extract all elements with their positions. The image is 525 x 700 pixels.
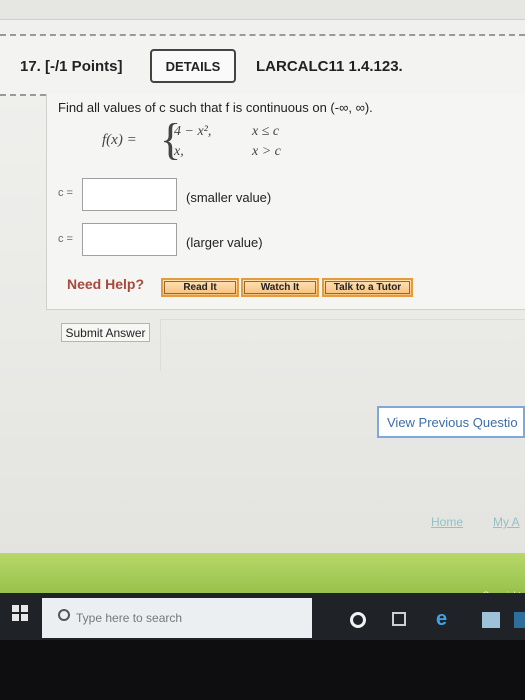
question-header: 17. [-/1 Points] DETAILS LARCALC11 1.4.1…	[0, 34, 525, 96]
taskbar-app-icon[interactable]	[514, 612, 525, 628]
c-input-smaller[interactable]	[82, 178, 177, 211]
monitor-bezel	[0, 640, 525, 700]
case1-expression: 4 − x²,	[174, 124, 212, 139]
task-view-icon[interactable]	[392, 612, 406, 626]
home-link[interactable]: Home	[431, 515, 463, 529]
larger-value-hint: (larger value)	[186, 235, 263, 250]
details-button[interactable]: DETAILS	[150, 49, 236, 83]
edge-browser-icon[interactable]: e	[436, 608, 447, 631]
submit-answer-button[interactable]: Submit Answer	[61, 323, 150, 342]
smaller-value-hint: (smaller value)	[186, 190, 272, 205]
my-assignments-link[interactable]: My A	[493, 515, 520, 529]
talk-to-tutor-button[interactable]: Talk to a Tutor	[322, 278, 413, 297]
store-icon[interactable]	[482, 612, 500, 628]
webassign-page: 17. [-/1 Points] DETAILS LARCALC11 1.4.1…	[0, 0, 525, 593]
top-strip	[0, 0, 525, 20]
question-prompt: Find all values of c such that f is cont…	[58, 100, 373, 115]
need-help-label: Need Help?	[67, 276, 145, 292]
watch-it-button[interactable]: Watch It	[241, 278, 319, 297]
c-label-smaller: c =	[58, 187, 73, 199]
footer-bar	[0, 553, 525, 593]
c-input-larger[interactable]	[82, 223, 177, 256]
question-number-points: 17. [-/1 Points]	[20, 58, 123, 75]
taskbar-search-placeholder: Type here to search	[76, 611, 183, 625]
function-lhs: f(x) =	[102, 132, 137, 148]
cortana-icon[interactable]	[350, 612, 366, 628]
c-label-larger: c =	[58, 233, 73, 245]
search-icon	[58, 609, 70, 621]
windows-start-icon[interactable]	[12, 605, 28, 621]
case2-condition: x > c	[252, 144, 281, 159]
read-it-button[interactable]: Read It	[161, 278, 239, 297]
submit-area-divider	[160, 319, 525, 371]
view-previous-question-button[interactable]: View Previous Questio	[377, 406, 525, 438]
case1-condition: x ≤ c	[252, 124, 280, 139]
question-code: LARCALC11 1.4.123.	[256, 58, 403, 75]
case2-expression: x,	[174, 144, 184, 159]
